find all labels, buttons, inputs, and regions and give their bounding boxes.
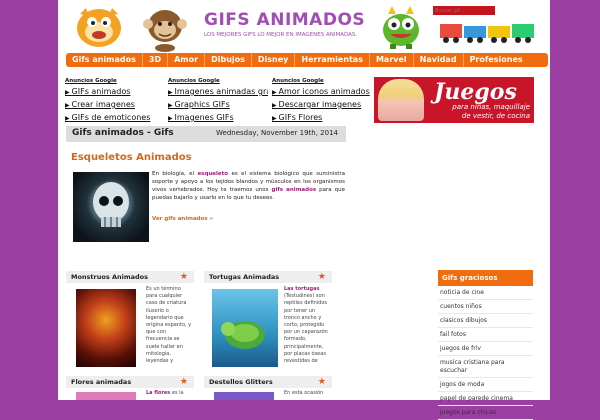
card-tortugas: Tortugas Animadas ★ Las tortugas (Testud… [204,271,332,371]
ad-heading[interactable]: Anuncios Google [272,78,370,84]
search-input[interactable] [433,6,495,15]
card-destellos: Destellos Glitters ★ En esta ocasión [204,376,332,400]
ad-column-2: Anuncios Google Imagenes animadas gra Gr… [168,78,268,125]
ad-link[interactable]: GIFs de emoticones [65,112,151,125]
star-icon: ★ [179,272,188,282]
card-flores: Flores animadas ★ La flores es la [66,376,194,400]
turtle-graphic [221,321,265,349]
card-text: En esta ocasión [284,390,324,396]
sidebar-link[interactable]: fail fotos [438,328,533,342]
article-body: En biología, el esqueleto es el sistema … [152,170,345,202]
ad-link[interactable]: Amor iconos animados [272,86,370,99]
section-title: Gifs animados - Gifs [72,128,174,138]
sidebar-link[interactable]: juegos para chicas [438,406,533,420]
sidebar-link[interactable]: cuentos niños [438,300,533,314]
skull-graphic [93,182,129,227]
article-title[interactable]: Esqueletos Animados [71,152,192,163]
ad-heading[interactable]: Anuncios Google [168,78,268,84]
banner-subtitle-line: para niñas, maquillaje [452,103,530,111]
section-header: Gifs animados - Gifs Wednesday, November… [66,126,346,142]
ad-column-3: Anuncios Google Amor iconos animados Des… [272,78,370,125]
card-lead: Las tortugas [284,286,320,292]
card-lead: La flores [146,390,171,396]
ad-link[interactable]: GIFs animados [65,86,150,99]
sidebar-link[interactable]: papel de parede cinema [438,392,533,406]
card-text-block: Las tortugas (Testudines) son reptiles d… [284,286,330,365]
ad-column-1: Anuncios Google GIFs animados Crear imag… [65,78,150,125]
read-more-link[interactable]: Ver gifs animados » [152,216,213,222]
nav-item-profesiones[interactable]: Profesiones [464,53,529,67]
sidebar-link[interactable]: musica cristiana para escuchar [438,356,533,378]
turtle-image[interactable] [212,289,278,367]
section-date: Wednesday, November 19th, 2014 [216,129,338,137]
card-title[interactable]: Flores animadas [66,376,194,388]
star-icon: ★ [317,272,326,282]
card-text: (Testudines) son reptiles definidos por … [284,293,328,365]
green-monster-image [383,6,419,49]
monkey-mascot-image [143,10,187,52]
sidebar-title: Gifs graciosos [438,270,533,286]
sidebar-link[interactable]: noticia de cine [438,286,533,300]
ad-link[interactable]: Imagenes GIFs [168,112,268,125]
nav-item-herramientas[interactable]: Herramientas [295,53,370,67]
nav-item-amor[interactable]: Amor [168,53,206,67]
ad-heading[interactable]: Anuncios Google [65,78,150,84]
glitter-image[interactable] [214,392,274,400]
nav-item-navidad[interactable]: Navidad [414,53,464,67]
site-tagline: LOS MEJORES GIFS LO MEJOR EN IMAGENES AN… [204,32,358,38]
article-keyword-link[interactable]: gifs animados [272,187,317,193]
card-text: Es un término para cualquier caso de cri… [146,286,192,365]
sidebar-link[interactable]: clasicos dibujos [438,314,533,328]
card-title[interactable]: Destellos Glitters [204,376,332,388]
nav-item-disney[interactable]: Disney [252,53,296,67]
monster-image[interactable] [76,289,136,367]
star-icon: ★ [317,377,326,387]
ad-link[interactable]: Crear imagenes [65,99,150,112]
card-text: es la [171,390,184,396]
banner-title: Juegos [434,79,517,105]
juegos-banner[interactable]: Juegos para niñas, maquillaje de vestir,… [374,77,534,123]
ad-link[interactable]: GIFs Flores [272,112,370,125]
site-logo-title[interactable]: GIFS ANIMADOS [204,10,365,30]
banner-subtitle-line: de vestir, de cocina [461,112,530,120]
doll-image [378,79,424,121]
card-text-block: La flores es la [146,390,192,397]
nav-item-gifs-animados[interactable]: Gifs animados [66,53,143,67]
banner-subtitle: para niñas, maquillaje de vestir, de coc… [428,103,530,121]
article-keyword-link[interactable]: esqueleto [197,171,228,177]
nav-item-dibujos[interactable]: Dibujos [205,53,252,67]
ad-link[interactable]: Graphics GIFs [168,99,268,112]
tiger-mascot-image [77,8,121,47]
sidebar-link[interactable]: jogos de moda [438,378,533,392]
page-content: GIFS ANIMADOS LOS MEJORES GIFS LO MEJOR … [58,0,550,420]
main-nav: Gifs animados 3D Amor Dibujos Disney Her… [66,53,548,67]
article-text: En biología, el [152,171,198,177]
skull-image[interactable] [73,172,149,242]
star-icon: ★ [179,377,188,387]
sidebar-link[interactable]: juegos de friv [438,342,533,356]
nav-item-3d[interactable]: 3D [143,53,169,67]
flower-image[interactable] [76,392,136,400]
card-title[interactable]: Monstruos Animados [66,271,194,283]
card-title[interactable]: Tortugas Animadas [204,271,332,283]
nav-item-marvel[interactable]: Marvel [370,53,414,67]
card-monstruos: Monstruos Animados ★ Es un término para … [66,271,194,371]
ad-link[interactable]: Imagenes animadas gra [168,86,268,99]
ad-link[interactable]: Descargar imagenes [272,99,370,112]
toy-train-image [440,24,534,43]
